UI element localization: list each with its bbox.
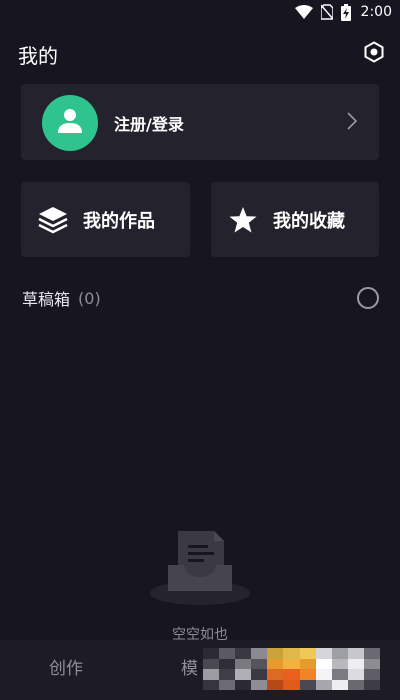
wifi-icon	[294, 5, 313, 19]
settings-button[interactable]	[362, 41, 386, 67]
login-card[interactable]: 注册/登录	[21, 84, 379, 160]
drafts-count: (0)	[78, 288, 101, 308]
chevron-right-icon	[347, 112, 358, 134]
my-works-button[interactable]: 我的作品	[21, 182, 190, 257]
drafts-header: 草稿箱 (0)	[22, 286, 380, 310]
my-favorites-button[interactable]: 我的收藏	[211, 182, 379, 257]
avatar	[42, 95, 98, 151]
status-bar: 2:00	[0, 0, 400, 24]
status-icons: 2:00	[294, 3, 392, 21]
no-sim-icon	[320, 4, 333, 20]
select-all-toggle[interactable]	[357, 287, 379, 309]
my-favorites-label: 我的收藏	[273, 210, 345, 232]
layers-icon	[38, 205, 68, 235]
status-time: 2:00	[360, 4, 392, 20]
page-title: 我的	[18, 44, 58, 68]
settings-hexagon-icon	[363, 41, 385, 67]
drafts-label: 草稿箱	[22, 290, 71, 309]
pixelated-region	[203, 648, 380, 690]
nav-create[interactable]: 创作	[49, 654, 83, 679]
empty-inbox-icon	[148, 525, 252, 609]
my-works-label: 我的作品	[83, 210, 155, 232]
nav-template[interactable]: 模	[181, 654, 198, 679]
star-icon	[228, 205, 258, 235]
user-icon	[58, 108, 82, 138]
battery-charging-icon	[340, 3, 351, 21]
login-label: 注册/登录	[114, 115, 184, 134]
